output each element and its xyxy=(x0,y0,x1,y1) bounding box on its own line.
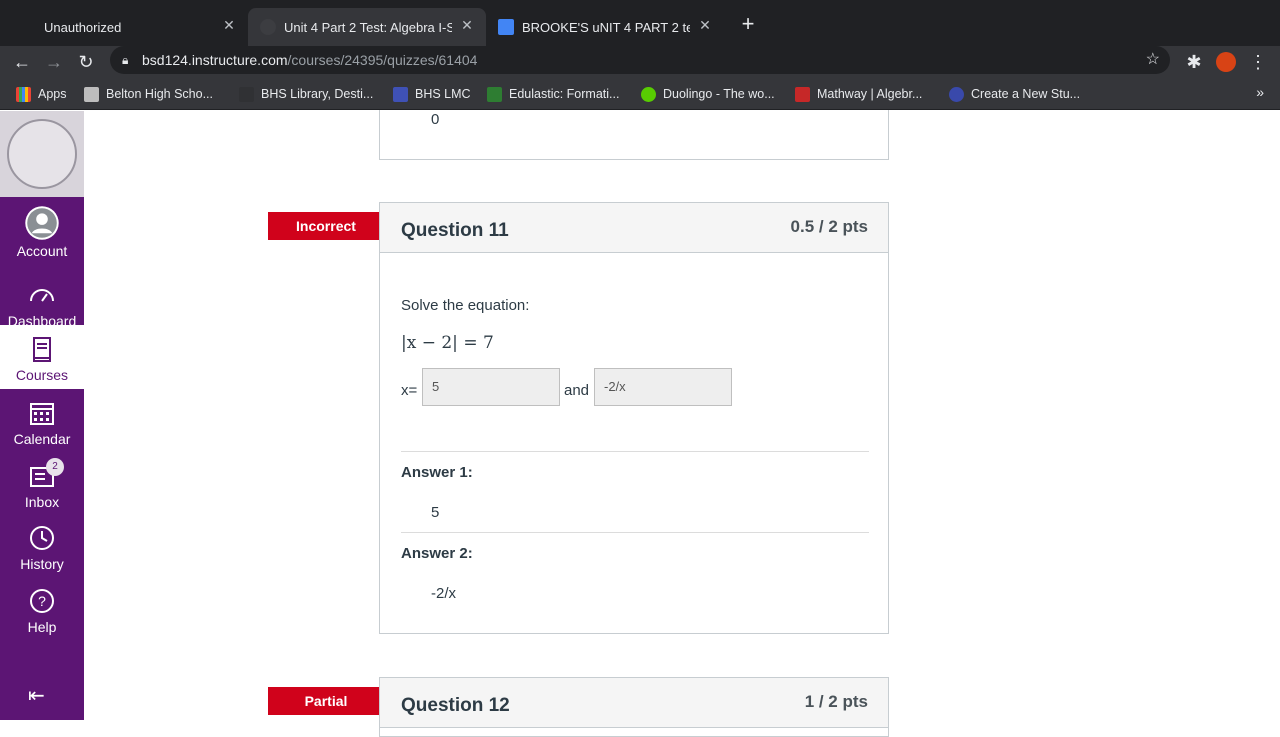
url-host: bsd124.instructure.com xyxy=(142,52,288,68)
duolingo-owl-icon xyxy=(641,87,656,102)
nav-inbox[interactable]: 2 Inbox xyxy=(0,452,84,514)
lock-icon: 🔒︎ xyxy=(122,53,129,67)
address-bar[interactable]: 🔒︎ bsd124.instructure.com/courses/24395/… xyxy=(110,46,1170,74)
equation: |x − 2| = 7 xyxy=(401,333,494,353)
bookmark-apps[interactable]: Apps xyxy=(16,86,67,104)
question-points: 1 / 2 pts xyxy=(804,692,868,711)
browser-toolbar: ← → ↻ 🔒︎ bsd124.instructure.com/courses/… xyxy=(0,46,1280,78)
answer-2-value: -2/x xyxy=(431,585,457,602)
answer-1-value: 5 xyxy=(431,504,440,521)
tab-google-doc[interactable]: BROOKE'S uNIT 4 PART 2 test ✕ xyxy=(486,8,724,46)
nav-dashboard[interactable]: Dashboard xyxy=(0,271,84,333)
question-prompt: Solve the equation: xyxy=(401,297,530,314)
tab-title: Unit 4 Part 2 Test: Algebra I-S2 xyxy=(284,19,452,35)
help-question-icon: ? xyxy=(30,589,54,613)
nav-label: Account xyxy=(16,243,68,259)
account-avatar-icon xyxy=(25,206,59,240)
divider xyxy=(401,451,869,452)
close-tab-icon[interactable]: ✕ xyxy=(696,16,714,34)
answer-2-label: Answer 2: xyxy=(401,545,473,562)
browser-tab-bar: Unauthorized ✕ Unit 4 Part 2 Test: Algeb… xyxy=(0,0,1280,46)
svg-text:?: ? xyxy=(38,593,46,609)
nav-label: Courses xyxy=(15,367,69,383)
incorrect-flag: Incorrect xyxy=(268,212,399,240)
answer-1-label: Answer 1: xyxy=(401,464,473,481)
nav-label: Inbox xyxy=(24,494,60,510)
edulastic-icon xyxy=(487,87,502,102)
nav-label: Help xyxy=(27,619,57,635)
global-navigation: Account Dashboard Courses Calendar 2 Inb… xyxy=(0,111,84,720)
answer-2-input[interactable]: -2/x xyxy=(594,368,732,406)
x-equals-label: x= xyxy=(401,382,418,399)
forward-arrow-icon[interactable]: → xyxy=(42,50,66,74)
bookmark-bhs-lmc[interactable]: BHS LMC xyxy=(393,86,471,104)
bookmarks-bar: Apps Belton High Scho... BHS Library, De… xyxy=(0,78,1280,110)
school-seal-icon xyxy=(7,119,77,189)
collapse-nav-icon[interactable]: ⇤ xyxy=(28,683,45,708)
mathway-icon xyxy=(795,87,810,102)
nav-courses[interactable]: Courses xyxy=(0,325,84,389)
nav-calendar[interactable]: Calendar xyxy=(0,389,84,451)
back-arrow-icon[interactable]: ← xyxy=(10,50,34,74)
previous-question-tail: 0 xyxy=(379,110,889,160)
quizlet-icon xyxy=(949,87,964,102)
page-icon xyxy=(239,87,254,102)
tab-quiz-active[interactable]: Unit 4 Part 2 Test: Algebra I-S2 ✕ xyxy=(248,8,486,46)
question-11: Question 11 0.5 / 2 pts Solve the equati… xyxy=(379,202,889,634)
page-icon xyxy=(84,87,99,102)
apps-grid-icon xyxy=(16,87,31,102)
profile-avatar[interactable] xyxy=(1214,50,1238,74)
lmc-icon xyxy=(393,87,408,102)
reload-icon[interactable]: ↻ xyxy=(74,50,98,74)
question-title: Question 12 xyxy=(401,695,510,716)
nav-history[interactable]: History xyxy=(0,514,84,576)
google-docs-favicon-icon xyxy=(498,19,514,35)
new-tab-button[interactable]: + xyxy=(736,12,760,36)
close-tab-icon[interactable]: ✕ xyxy=(220,16,238,34)
and-label: and xyxy=(564,382,590,399)
question-header: Question 12 1 / 2 pts xyxy=(380,678,888,728)
divider xyxy=(401,532,869,533)
tab-title: BROOKE'S uNIT 4 PART 2 test xyxy=(522,19,690,35)
tab-unauthorized[interactable]: Unauthorized ✕ xyxy=(0,8,248,46)
question-title: Question 11 xyxy=(401,220,509,241)
question-header: Question 11 0.5 / 2 pts xyxy=(380,203,888,253)
nav-label: Calendar xyxy=(13,431,71,447)
url-path: /courses/24395/quizzes/61404 xyxy=(287,52,478,68)
history-clock-icon xyxy=(30,526,54,550)
bookmark-mathway[interactable]: Mathway | Algebr... xyxy=(795,86,922,104)
nav-account[interactable]: Account xyxy=(0,199,84,261)
calendar-icon xyxy=(30,403,54,425)
chrome-menu-icon[interactable]: ⋮ xyxy=(1246,50,1270,74)
tab-title: Unauthorized xyxy=(44,19,122,35)
bookmark-star-icon[interactable]: ☆ xyxy=(1146,46,1160,74)
previous-answer-value: 0 xyxy=(431,111,440,128)
bookmark-create-student[interactable]: Create a New Stu... xyxy=(949,86,1080,104)
bookmark-belton-high[interactable]: Belton High Scho... xyxy=(84,86,213,104)
dashboard-gauge-icon xyxy=(30,289,54,302)
courses-book-icon xyxy=(33,337,51,362)
bookmark-bhs-library[interactable]: BHS Library, Desti... xyxy=(239,86,373,104)
question-12: Question 12 1 / 2 pts xyxy=(379,677,889,737)
bookmark-edulastic[interactable]: Edulastic: Formati... xyxy=(487,86,619,104)
partial-flag: Partial xyxy=(268,687,399,715)
answer-1-input[interactable]: 5 xyxy=(422,368,560,406)
bookmark-duolingo[interactable]: Duolingo - The wo... xyxy=(641,86,775,104)
canvas-favicon-icon xyxy=(260,19,276,35)
question-points: 0.5 / 2 pts xyxy=(790,217,868,236)
school-logo[interactable] xyxy=(0,111,84,197)
inbox-unread-badge: 2 xyxy=(46,458,64,476)
close-tab-icon[interactable]: ✕ xyxy=(458,16,476,34)
more-bookmarks-chevron-icon[interactable]: » xyxy=(1256,84,1264,100)
extensions-puzzle-icon[interactable]: ✱ xyxy=(1182,50,1206,74)
nav-help[interactable]: ? Help xyxy=(0,577,84,639)
nav-label: History xyxy=(20,556,64,572)
